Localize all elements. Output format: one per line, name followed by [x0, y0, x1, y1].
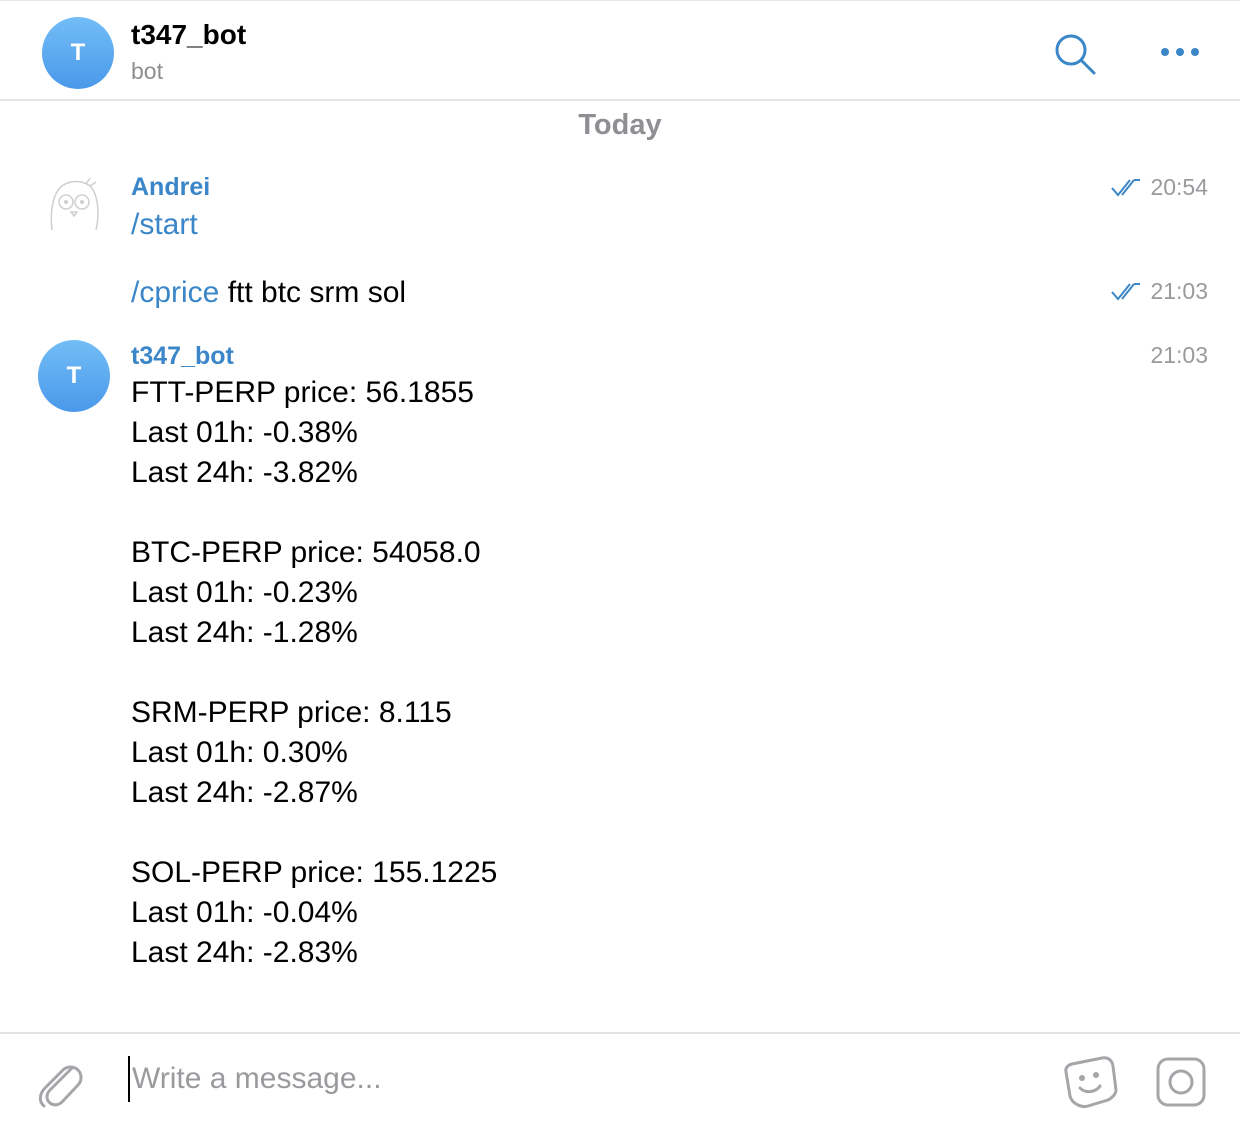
message-line: SOL-PERP price: 155.1225	[131, 856, 498, 889]
message-composer	[0, 1032, 1240, 1124]
message-line	[131, 653, 497, 693]
camera-icon	[1156, 1057, 1206, 1107]
message-line: Last 24h: -3.82%	[131, 456, 358, 489]
message-text: /cprice ftt btc srm sol	[131, 273, 406, 313]
more-icon	[1161, 48, 1199, 56]
sticker-button[interactable]	[1062, 1054, 1118, 1110]
message-line: Last 01h: -0.04%	[131, 896, 358, 929]
message-line: Last 24h: -2.83%	[131, 936, 358, 969]
chat-header: T t347_bot bot	[0, 0, 1240, 101]
chat-avatar[interactable]: T	[42, 17, 114, 89]
message-line	[131, 813, 497, 853]
message-line: BTC-PERP price: 54058.0	[131, 536, 481, 569]
command-args: ftt btc srm sol	[219, 276, 407, 309]
message-meta: 21:03	[1110, 278, 1208, 305]
message-sender[interactable]: t347_bot	[131, 342, 234, 371]
message-meta: 20:54	[1110, 174, 1208, 201]
bot-message-body: FTT-PERP price: 56.1855 Last 01h: -0.38%…	[131, 373, 497, 973]
attach-button[interactable]	[34, 1054, 84, 1110]
message-time: 21:03	[1150, 342, 1208, 368]
chat-title[interactable]: t347_bot	[131, 19, 246, 51]
message-text: /start	[131, 205, 198, 245]
message-line: FTT-PERP price: 56.1855	[131, 376, 474, 409]
sticker-icon	[1064, 1056, 1118, 1108]
message-time: 20:54	[1150, 174, 1208, 200]
double-check-icon	[1111, 282, 1141, 301]
message-line: Last 01h: 0.30%	[131, 736, 348, 769]
command-link[interactable]: /start	[131, 208, 198, 241]
search-icon	[1055, 34, 1096, 75]
message-sender[interactable]: Andrei	[131, 173, 210, 202]
user-avatar[interactable]	[42, 174, 106, 238]
message-line: Last 24h: -1.28%	[131, 616, 358, 649]
double-check-icon	[1111, 178, 1141, 197]
message-line	[131, 493, 497, 533]
message-line: SRM-PERP price: 8.115	[131, 696, 452, 729]
more-button[interactable]	[1155, 37, 1205, 67]
message-time: 21:03	[1150, 278, 1208, 304]
date-divider: Today	[578, 109, 662, 141]
command-link[interactable]: /cprice	[131, 276, 219, 309]
bot-avatar[interactable]: T	[38, 340, 110, 412]
paperclip-icon	[38, 1065, 83, 1108]
chat-subtitle: bot	[131, 58, 163, 84]
search-button[interactable]	[1050, 29, 1100, 79]
camera-button[interactable]	[1155, 1056, 1207, 1108]
message-line: Last 01h: -0.38%	[131, 416, 358, 449]
message-input[interactable]	[128, 1056, 1008, 1102]
message-line: Last 01h: -0.23%	[131, 576, 358, 609]
message-meta: 21:03	[1150, 342, 1208, 369]
message-line: Last 24h: -2.87%	[131, 776, 358, 809]
